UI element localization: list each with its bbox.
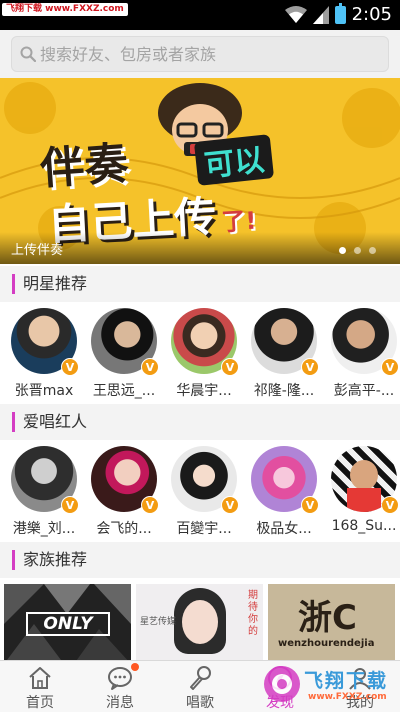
- person-name: 168_Su...: [331, 518, 397, 534]
- section-title: 明星推荐: [12, 274, 87, 294]
- search-area: [0, 30, 400, 78]
- hot-avatar-row: V 港樂_刘... V 会飞的... V 百變宇... V 极品女... V 1…: [0, 440, 400, 538]
- search-box[interactable]: [11, 36, 389, 72]
- family-tile-row: ONLY 星艺传媒 期待你的 浙C wenzhourendejia: [0, 578, 400, 664]
- search-icon: [20, 46, 36, 62]
- person-name: 百變宇...: [176, 521, 232, 537]
- carousel-dot[interactable]: [369, 247, 376, 254]
- verified-badge: V: [141, 358, 159, 376]
- nav-label: 唱歌: [186, 695, 214, 711]
- nav-label: 首页: [26, 695, 54, 711]
- verified-badge: V: [221, 496, 239, 514]
- star-recommend-section: 明星推荐 V 张晋max V 王思远_... V 华晨宇... V 祁隆-隆..…: [0, 266, 400, 400]
- star-person[interactable]: V 彭高平-...: [324, 308, 400, 400]
- battery-icon: [334, 3, 346, 24]
- verified-badge: V: [61, 358, 79, 376]
- status-time: 2:05: [351, 4, 392, 25]
- person-name: 极品女...: [256, 521, 312, 537]
- banner-caption: 上传伴奏: [11, 243, 64, 258]
- family-tile-label: ONLY: [26, 612, 110, 636]
- person-name: 港樂_刘...: [12, 521, 76, 537]
- family-recommend-section: 家族推荐 ONLY 星艺传媒 期待你的 浙C wenzhourendejia: [0, 542, 400, 664]
- star-person[interactable]: V 王思远_...: [84, 308, 164, 400]
- chat-icon: [108, 667, 132, 690]
- star-person[interactable]: V 华晨宇...: [164, 308, 244, 400]
- wifi-icon: [284, 6, 307, 23]
- family-tile-label: 星艺传媒: [140, 617, 177, 627]
- verified-badge: V: [381, 358, 399, 376]
- section-title: 家族推荐: [12, 550, 87, 570]
- nav-tab-home[interactable]: 首页: [0, 661, 80, 712]
- person-name: 王思远_...: [92, 383, 156, 399]
- status-bar: 飞翔下载 www.FXXZ.com 2:05: [0, 0, 400, 30]
- section-title: 爱唱红人: [12, 412, 87, 432]
- watermark-label: 飞翔下载 www.FXXZ.com: [2, 3, 128, 16]
- family-tile-label: 浙C: [298, 598, 357, 638]
- watermark-logo: 飞翔下载 www.FXXZ.com: [258, 660, 400, 712]
- person-name: 张晋max: [14, 383, 74, 399]
- hot-person[interactable]: V 百變宇...: [164, 446, 244, 538]
- verified-badge: V: [301, 496, 319, 514]
- unread-dot: [131, 663, 139, 671]
- status-icons: 2:05: [284, 3, 392, 27]
- nav-label: 消息: [106, 695, 134, 711]
- hot-person[interactable]: V 会飞的...: [84, 446, 164, 538]
- family-tile[interactable]: 浙C wenzhourendejia: [268, 584, 395, 664]
- banner-headline-accent: 可以: [202, 142, 267, 185]
- banner-headline-line1: 伴奏: [38, 137, 130, 195]
- person-name: 彭高平-...: [333, 383, 395, 399]
- nav-tab-sing[interactable]: 唱歌: [160, 661, 240, 712]
- hot-singer-section: 爱唱红人 V 港樂_刘... V 会飞的... V 百變宇... V 极品女..…: [0, 404, 400, 542]
- person-name: 祁隆-隆...: [253, 383, 315, 399]
- search-input[interactable]: [40, 44, 370, 64]
- family-tile[interactable]: ONLY: [4, 584, 131, 664]
- hot-person[interactable]: V 极品女...: [244, 446, 324, 538]
- section-header: 明星推荐: [0, 266, 400, 302]
- person-name: 会飞的...: [96, 521, 152, 537]
- carousel-dots: [339, 247, 376, 254]
- star-avatar-row: V 张晋max V 王思远_... V 华晨宇... V 祁隆-隆... V 彭…: [0, 302, 400, 400]
- verified-badge: V: [141, 496, 159, 514]
- family-tile-side-text: 期待你的: [248, 590, 258, 637]
- verified-badge: V: [301, 358, 319, 376]
- person-name: 华晨宇...: [176, 383, 232, 399]
- family-tile-subtext: wenzhourendejia: [278, 638, 375, 649]
- verified-badge: V: [61, 496, 79, 514]
- hot-person[interactable]: V 168_Su...: [324, 446, 400, 534]
- section-header: 家族推荐: [0, 542, 400, 578]
- banner-headline: 伴奏 可以 自己上传 了!: [34, 130, 374, 249]
- banner-carousel[interactable]: 伴奏 可以 自己上传 了! 上传伴奏: [0, 78, 400, 264]
- watermark-logo-title: 飞翔下载: [304, 670, 389, 692]
- family-tile[interactable]: 星艺传媒 期待你的: [136, 584, 263, 664]
- hot-person[interactable]: V 港樂_刘...: [4, 446, 84, 538]
- verified-badge: V: [381, 496, 399, 514]
- signal-icon: [312, 6, 329, 24]
- nav-tab-messages[interactable]: 消息: [80, 661, 160, 712]
- carousel-dot[interactable]: [354, 247, 361, 254]
- section-header: 爱唱红人: [0, 404, 400, 440]
- carousel-dot[interactable]: [339, 247, 346, 254]
- home-icon: [29, 667, 51, 689]
- star-person[interactable]: V 张晋max: [4, 308, 84, 400]
- star-person[interactable]: V 祁隆-隆...: [244, 308, 324, 400]
- microphone-icon: [190, 666, 211, 690]
- watermark-logo-url: www.FXXZ.com: [308, 692, 387, 702]
- verified-badge: V: [221, 358, 239, 376]
